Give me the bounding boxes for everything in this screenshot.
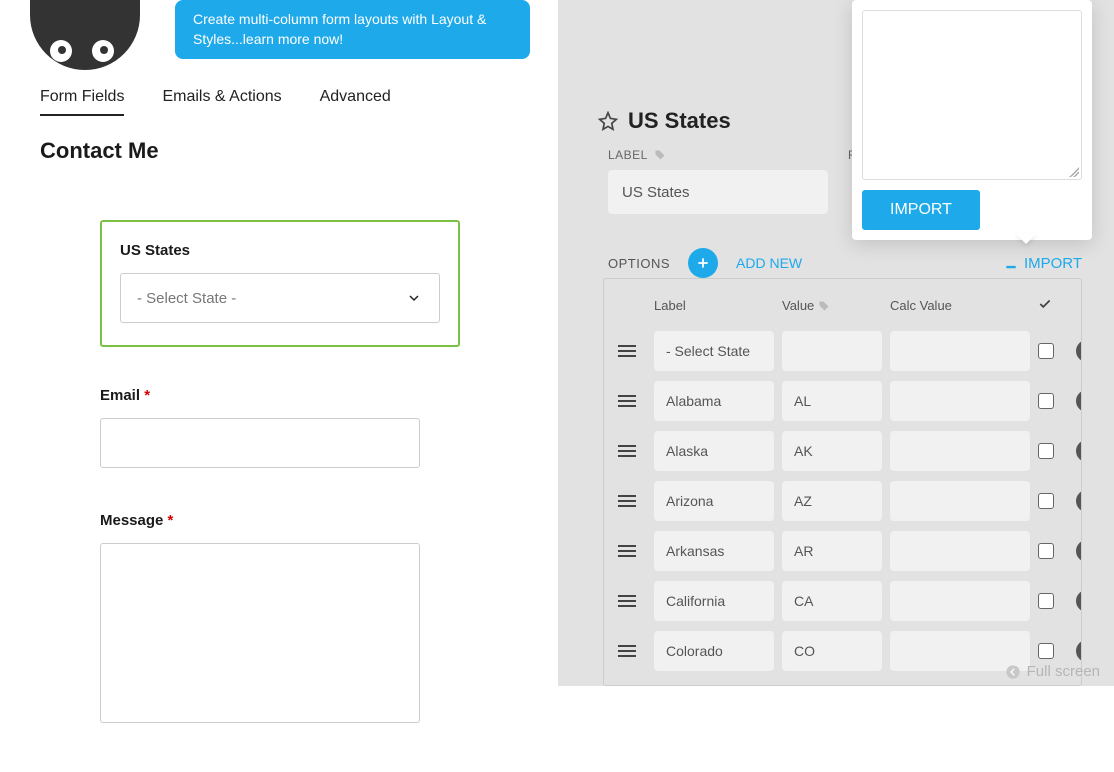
field-label-message: Message (100, 512, 163, 529)
message-field[interactable] (100, 543, 420, 723)
add-new-link[interactable]: ADD NEW (736, 255, 802, 271)
drag-handle-icon[interactable] (618, 495, 636, 507)
import-popover: IMPORT (852, 0, 1092, 240)
option-calc-input[interactable] (890, 431, 1030, 471)
options-caption: OPTIONS (608, 256, 670, 271)
option-value-input[interactable] (782, 381, 882, 421)
import-link[interactable]: IMPORT (1004, 255, 1082, 272)
option-default-checkbox[interactable] (1038, 593, 1054, 609)
select-placeholder: - Select State - (137, 290, 236, 307)
option-label-input[interactable] (654, 481, 774, 521)
field-us-states[interactable]: US States - Select State - (100, 220, 460, 347)
col-calc: Calc Value (890, 298, 1030, 313)
option-value-input[interactable] (782, 481, 882, 521)
option-row (618, 476, 1067, 526)
field-label-email: Email (100, 387, 140, 404)
option-row (618, 326, 1067, 376)
option-row (618, 576, 1067, 626)
drag-handle-icon[interactable] (618, 595, 636, 607)
plus-icon (696, 256, 710, 270)
option-label-input[interactable] (654, 431, 774, 471)
checkmark-icon (1038, 297, 1052, 311)
option-delete-button[interactable] (1076, 490, 1082, 512)
option-calc-input[interactable] (890, 381, 1030, 421)
import-textarea[interactable] (862, 10, 1082, 180)
chevron-down-icon (405, 292, 423, 304)
fullscreen-hint[interactable]: Full screen (1005, 663, 1100, 680)
option-default-checkbox[interactable] (1038, 493, 1054, 509)
option-value-input[interactable] (782, 631, 882, 671)
option-row (618, 376, 1067, 426)
option-row (618, 626, 1067, 676)
popover-arrow (1016, 234, 1036, 244)
field-label-us-states: US States (120, 242, 440, 259)
import-arrow-icon (1004, 256, 1018, 270)
option-label-input[interactable] (654, 581, 774, 621)
option-value-input[interactable] (782, 581, 882, 621)
option-value-input[interactable] (782, 531, 882, 571)
option-calc-input[interactable] (890, 531, 1030, 571)
option-label-input[interactable] (654, 531, 774, 571)
option-value-input[interactable] (782, 331, 882, 371)
email-field[interactable] (100, 418, 420, 468)
option-default-checkbox[interactable] (1038, 643, 1054, 659)
page-title: Contact Me (40, 138, 159, 164)
option-calc-input[interactable] (890, 481, 1030, 521)
option-calc-input[interactable] (890, 331, 1030, 371)
panel-title: US States (628, 108, 731, 134)
col-label: Label (654, 298, 774, 313)
option-default-checkbox[interactable] (1038, 393, 1054, 409)
option-delete-button[interactable] (1076, 590, 1082, 612)
add-option-button[interactable] (688, 248, 718, 278)
promo-banner[interactable]: Create multi-column form layouts with La… (175, 0, 530, 59)
required-star: * (168, 512, 174, 529)
option-row (618, 426, 1067, 476)
promo-text: Create multi-column form layouts with La… (193, 11, 486, 47)
option-value-input[interactable] (782, 431, 882, 471)
drag-handle-icon[interactable] (618, 445, 636, 457)
drag-handle-icon[interactable] (618, 395, 636, 407)
options-table: Label Value Calc Value (603, 278, 1082, 686)
tag-icon (818, 300, 830, 312)
tab-emails-actions[interactable]: Emails & Actions (162, 88, 281, 116)
option-delete-button[interactable] (1076, 390, 1082, 412)
tag-icon (654, 149, 666, 161)
app-logo (30, 0, 140, 70)
option-row (618, 526, 1067, 576)
option-default-checkbox[interactable] (1038, 443, 1054, 459)
label-caption: LABEL (608, 148, 648, 162)
option-delete-button[interactable] (1076, 340, 1082, 362)
drag-handle-icon[interactable] (618, 645, 636, 657)
option-delete-button[interactable] (1076, 440, 1082, 462)
option-default-checkbox[interactable] (1038, 343, 1054, 359)
tab-advanced[interactable]: Advanced (320, 88, 391, 116)
option-label-input[interactable] (654, 631, 774, 671)
required-star: * (144, 387, 150, 404)
fullscreen-text: Full screen (1027, 663, 1100, 680)
drag-handle-icon[interactable] (618, 345, 636, 357)
option-delete-button[interactable] (1076, 640, 1082, 662)
option-label-input[interactable] (654, 381, 774, 421)
star-icon[interactable] (598, 111, 618, 131)
arrow-left-icon (1005, 664, 1021, 680)
import-button[interactable]: IMPORT (862, 190, 980, 230)
tab-form-fields[interactable]: Form Fields (40, 88, 124, 116)
drag-handle-icon[interactable] (618, 545, 636, 557)
option-label-input[interactable] (654, 331, 774, 371)
label-input[interactable] (608, 170, 828, 214)
option-calc-input[interactable] (890, 581, 1030, 621)
import-link-text: IMPORT (1024, 255, 1082, 272)
col-value: Value (782, 298, 814, 313)
select-us-states[interactable]: - Select State - (120, 273, 440, 323)
option-default-checkbox[interactable] (1038, 543, 1054, 559)
option-delete-button[interactable] (1076, 540, 1082, 562)
